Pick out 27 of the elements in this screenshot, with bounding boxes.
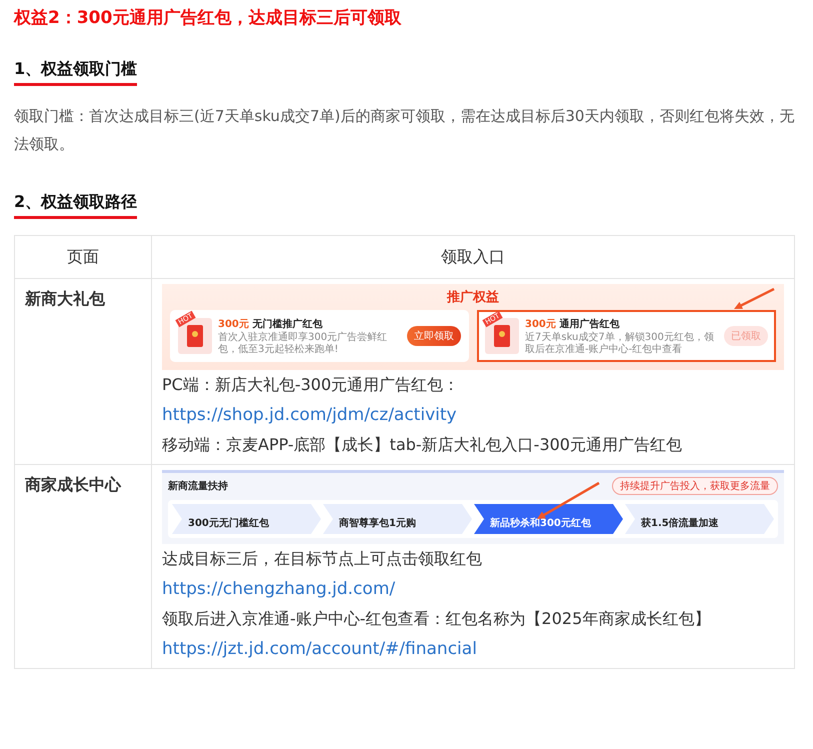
table-cell: 新商大礼包 xyxy=(14,278,152,464)
column-header: 领取入口 xyxy=(152,236,794,278)
section-heading: 2、权益领取路径 xyxy=(14,192,138,219)
notice-pill[interactable]: 持续提升广告投入，获取更多流量 xyxy=(612,477,778,495)
entry-text: 领取后进入京准通-账户中心-红包查看：红包名称为【2025年商家成长红包】 xyxy=(162,608,712,630)
entry-text: PC端：新店大礼包-300元通用广告红包： xyxy=(162,374,460,396)
table-cell: 商家成长中心 xyxy=(14,464,152,668)
benefit-name: 300元 无门槛推广红包 xyxy=(218,317,324,331)
benefit-name: 300元 通用广告红包 xyxy=(525,317,620,331)
goal-step: 获1.5倍流量加速 xyxy=(625,504,774,534)
link[interactable]: https://chengzhang.jd.com/ xyxy=(162,579,396,599)
section-heading: 1、权益领取门槛 xyxy=(14,59,138,86)
goal-step: 商智尊享包1元购 xyxy=(323,504,472,534)
article-title: 权益2：300元通用广告红包，达成目标三后可领取 xyxy=(14,7,402,29)
claim-button[interactable]: 立即领取 xyxy=(407,326,461,346)
goal-step: 新品秒杀和300元红包 xyxy=(474,504,623,534)
panel-title: 推广权益 xyxy=(447,288,499,306)
link[interactable]: https://shop.jd.com/jdm/cz/activity xyxy=(162,405,457,425)
goal-step: 300元无门槛红包 xyxy=(172,504,321,534)
benefit-description: 近7天单sku成交7单，解锁300元红包，领取后在京准通-账户中心-红包中查看 xyxy=(525,332,715,355)
benefit-description: 首次入驻京准通即享300元广告尝鲜红包，低至3元起轻松来跑单! xyxy=(218,332,388,355)
entry-text: 移动端：京麦APP-底部【成长】tab-新店大礼包入口-300元通用广告红包 xyxy=(162,434,683,456)
panel-title: 新商流量扶持 xyxy=(168,479,228,493)
paragraph: 领取门槛：首次达成目标三(近7天单sku成交7单)后的商家可领取，需在达成目标后30天内领取，否则红包将失效，无法领取。 xyxy=(14,106,795,155)
entry-text: 达成目标三后，在目标节点上可点击领取红包 xyxy=(162,548,483,570)
link[interactable]: https://jzt.jd.com/account/#/financial xyxy=(162,639,477,659)
column-header: 页面 xyxy=(14,236,152,278)
